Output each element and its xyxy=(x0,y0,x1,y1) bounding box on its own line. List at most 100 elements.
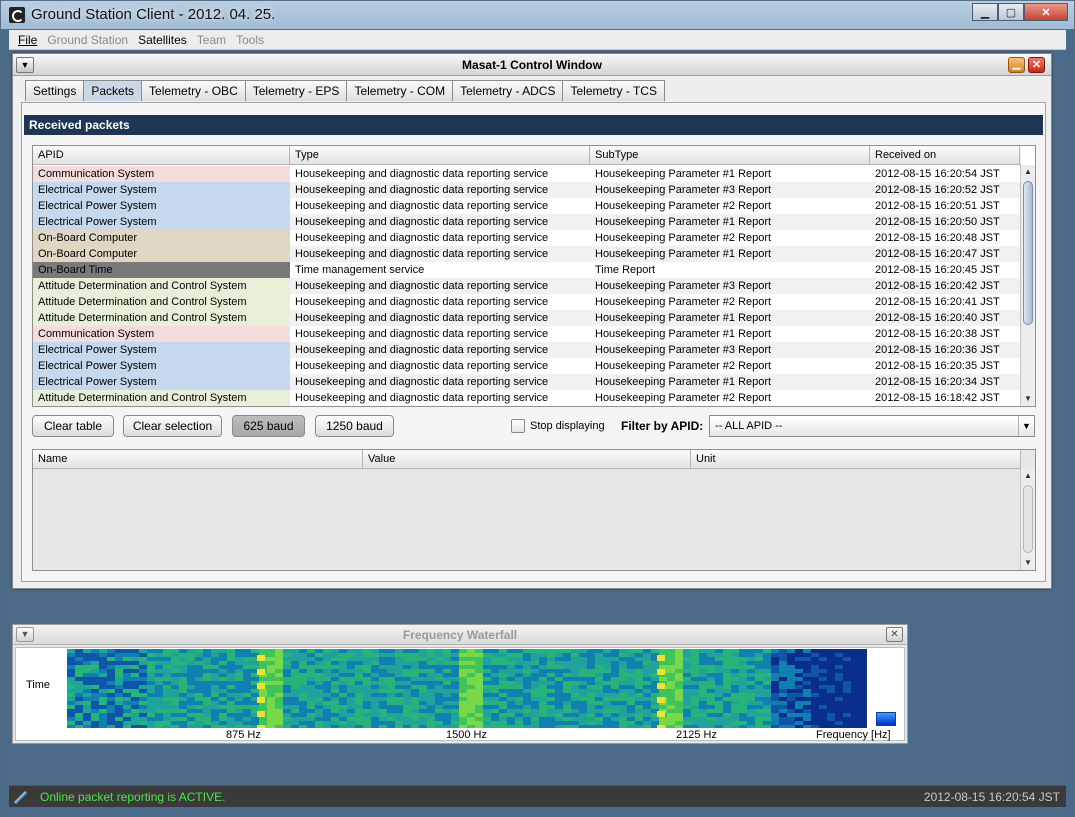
table-row[interactable]: Communication System Housekeeping and dia… xyxy=(33,166,1021,182)
parameters-table-header: Name Value Unit xyxy=(33,450,1021,469)
table-row[interactable]: Electrical Power System Housekeeping and … xyxy=(33,214,1021,230)
filter-apid-value: -- ALL APID -- xyxy=(715,420,783,432)
os-minimize-button[interactable]: ▁ xyxy=(972,3,998,21)
packets-scrollbar[interactable]: ▲ ▼ xyxy=(1020,165,1035,406)
cell-apid: Attitude Determination and Control Syste… xyxy=(33,278,290,294)
table-row[interactable]: Electrical Power System Housekeeping and … xyxy=(33,374,1021,390)
clear-selection-button[interactable]: Clear selection xyxy=(123,415,222,437)
cell-type: Housekeeping and diagnostic data reporti… xyxy=(290,310,590,326)
table-row[interactable]: Attitude Determination and Control Syste… xyxy=(33,390,1021,406)
chevron-down-icon[interactable]: ▼ xyxy=(1018,416,1034,436)
menu-satellites[interactable]: Satellites xyxy=(138,33,187,47)
packets-table: APID Type SubType Received on Communication… xyxy=(32,145,1036,407)
cell-subtype: Housekeeping Parameter #2 Report xyxy=(590,230,870,246)
clear-table-button[interactable]: Clear table xyxy=(32,415,114,437)
cell-received: 2012-08-15 16:20:35 JST xyxy=(870,358,1020,374)
column-header-apid[interactable]: APID xyxy=(33,146,290,165)
cell-apid: On-Board Computer xyxy=(33,230,290,246)
waterfall-tick-1500: 1500 Hz xyxy=(446,729,487,741)
parameters-scrollbar[interactable]: ▲ ▼ xyxy=(1020,469,1035,570)
cell-subtype: Housekeeping Parameter #2 Report xyxy=(590,294,870,310)
app-logo-icon xyxy=(9,7,25,23)
table-row[interactable]: Electrical Power System Housekeeping and … xyxy=(33,198,1021,214)
filter-apid-select[interactable]: -- ALL APID -- ▼ xyxy=(709,415,1035,437)
tab-telemetry-com[interactable]: Telemetry - COM xyxy=(346,80,454,101)
cell-subtype: Housekeeping Parameter #1 Report xyxy=(590,310,870,326)
tab-settings[interactable]: Settings xyxy=(25,80,85,101)
table-row[interactable]: Communication System Housekeeping and dia… xyxy=(33,326,1021,342)
cell-subtype: Housekeeping Parameter #2 Report xyxy=(590,198,870,214)
filter-apid-label: Filter by APID: xyxy=(621,419,704,433)
table-row[interactable]: On-Board Computer Housekeeping and diagno… xyxy=(33,230,1021,246)
column-header-type[interactable]: Type xyxy=(290,146,590,165)
os-title-bar[interactable]: Ground Station Client - 2012. 04. 25. ▁ … xyxy=(0,0,1075,30)
waterfall-spectrogram xyxy=(67,649,867,728)
cell-subtype: Housekeeping Parameter #2 Report xyxy=(590,358,870,374)
table-row[interactable]: On-Board Computer Housekeeping and diagno… xyxy=(33,246,1021,262)
cell-received: 2012-08-15 16:20:40 JST xyxy=(870,310,1020,326)
scroll-thumb[interactable] xyxy=(1023,181,1033,325)
tab-telemetry-adcs[interactable]: Telemetry - ADCS xyxy=(452,80,564,101)
tab-telemetry-obc[interactable]: Telemetry - OBC xyxy=(141,80,246,101)
stop-displaying-checkbox[interactable] xyxy=(511,419,525,433)
os-maximize-button[interactable]: ▢ xyxy=(998,3,1024,21)
baud-1250-button[interactable]: 1250 baud xyxy=(315,415,394,437)
menu-ground-station[interactable]: Ground Station xyxy=(47,33,128,47)
baud-625-button[interactable]: 625 baud xyxy=(232,415,305,437)
cell-received: 2012-08-15 16:20:51 JST xyxy=(870,198,1020,214)
tab-telemetry-tcs[interactable]: Telemetry - TCS xyxy=(562,80,665,101)
cell-received: 2012-08-15 16:20:34 JST xyxy=(870,374,1020,390)
minimize-icon[interactable]: ▁ xyxy=(1008,57,1025,73)
column-header-name[interactable]: Name xyxy=(33,450,363,469)
scroll-up-icon[interactable]: ▲ xyxy=(1021,469,1035,483)
cell-apid: Electrical Power System xyxy=(33,214,290,230)
cell-type: Housekeeping and diagnostic data reporti… xyxy=(290,278,590,294)
waterfall-tick-875: 875 Hz xyxy=(226,729,261,741)
table-row[interactable]: Attitude Determination and Control Syste… xyxy=(33,278,1021,294)
cell-apid: Communication System xyxy=(33,166,290,182)
cell-apid: Electrical Power System xyxy=(33,342,290,358)
cell-type: Housekeeping and diagnostic data reporti… xyxy=(290,214,590,230)
cell-type: Housekeeping and diagnostic data reporti… xyxy=(290,342,590,358)
os-close-button[interactable]: ✕ xyxy=(1024,3,1068,21)
scroll-down-icon[interactable]: ▼ xyxy=(1021,392,1035,406)
cell-received: 2012-08-15 16:20:41 JST xyxy=(870,294,1020,310)
menu-file[interactable]: File xyxy=(18,33,37,47)
cell-subtype: Housekeeping Parameter #1 Report xyxy=(590,246,870,262)
cell-type: Housekeeping and diagnostic data reporti… xyxy=(290,326,590,342)
column-header-value[interactable]: Value xyxy=(363,450,691,469)
waterfall-y-label: Time xyxy=(26,679,51,691)
table-row[interactable]: Attitude Determination and Control Syste… xyxy=(33,310,1021,326)
cell-received: 2012-08-15 16:20:48 JST xyxy=(870,230,1020,246)
column-header-subtype[interactable]: SubType xyxy=(590,146,870,165)
scroll-thumb[interactable] xyxy=(1023,485,1033,553)
close-icon[interactable]: ✕ xyxy=(1028,57,1045,73)
cell-subtype: Housekeeping Parameter #3 Report xyxy=(590,278,870,294)
cell-received: 2012-08-15 16:20:36 JST xyxy=(870,342,1020,358)
waterfall-tick-2125: 2125 Hz xyxy=(676,729,717,741)
table-row[interactable]: Attitude Determination and Control Syste… xyxy=(33,294,1021,310)
column-header-unit[interactable]: Unit xyxy=(691,450,1021,469)
tab-packets[interactable]: Packets xyxy=(83,80,143,101)
column-header-received-on[interactable]: Received on xyxy=(870,146,1020,165)
cell-type: Housekeeping and diagnostic data reporti… xyxy=(290,358,590,374)
menu-team[interactable]: Team xyxy=(197,33,226,47)
cell-subtype: Housekeeping Parameter #1 Report xyxy=(590,374,870,390)
cell-apid: Attitude Determination and Control Syste… xyxy=(33,294,290,310)
close-icon[interactable]: ✕ xyxy=(886,627,903,642)
scroll-down-icon[interactable]: ▼ xyxy=(1021,556,1035,570)
table-row[interactable]: Electrical Power System Housekeeping and … xyxy=(33,358,1021,374)
os-window-controls: ▁ ▢ ✕ xyxy=(972,3,1068,21)
table-row[interactable]: Electrical Power System Housekeeping and … xyxy=(33,342,1021,358)
cell-apid: Communication System xyxy=(33,326,290,342)
table-row[interactable]: Electrical Power System Housekeeping and … xyxy=(33,182,1021,198)
table-row[interactable]: On-Board Time Time management service Time… xyxy=(33,262,1021,278)
tab-telemetry-eps[interactable]: Telemetry - EPS xyxy=(244,80,348,101)
scroll-up-icon[interactable]: ▲ xyxy=(1021,165,1035,179)
menu-tools[interactable]: Tools xyxy=(236,33,264,47)
cell-apid: Electrical Power System xyxy=(33,374,290,390)
cell-type: Time management service xyxy=(290,262,590,278)
cell-subtype: Housekeeping Parameter #2 Report xyxy=(590,390,870,406)
control-window-titlebar[interactable]: ▼ Masat-1 Control Window ▁ ✕ xyxy=(13,54,1051,76)
waterfall-titlebar[interactable]: ▼ Frequency Waterfall ✕ xyxy=(13,625,907,645)
